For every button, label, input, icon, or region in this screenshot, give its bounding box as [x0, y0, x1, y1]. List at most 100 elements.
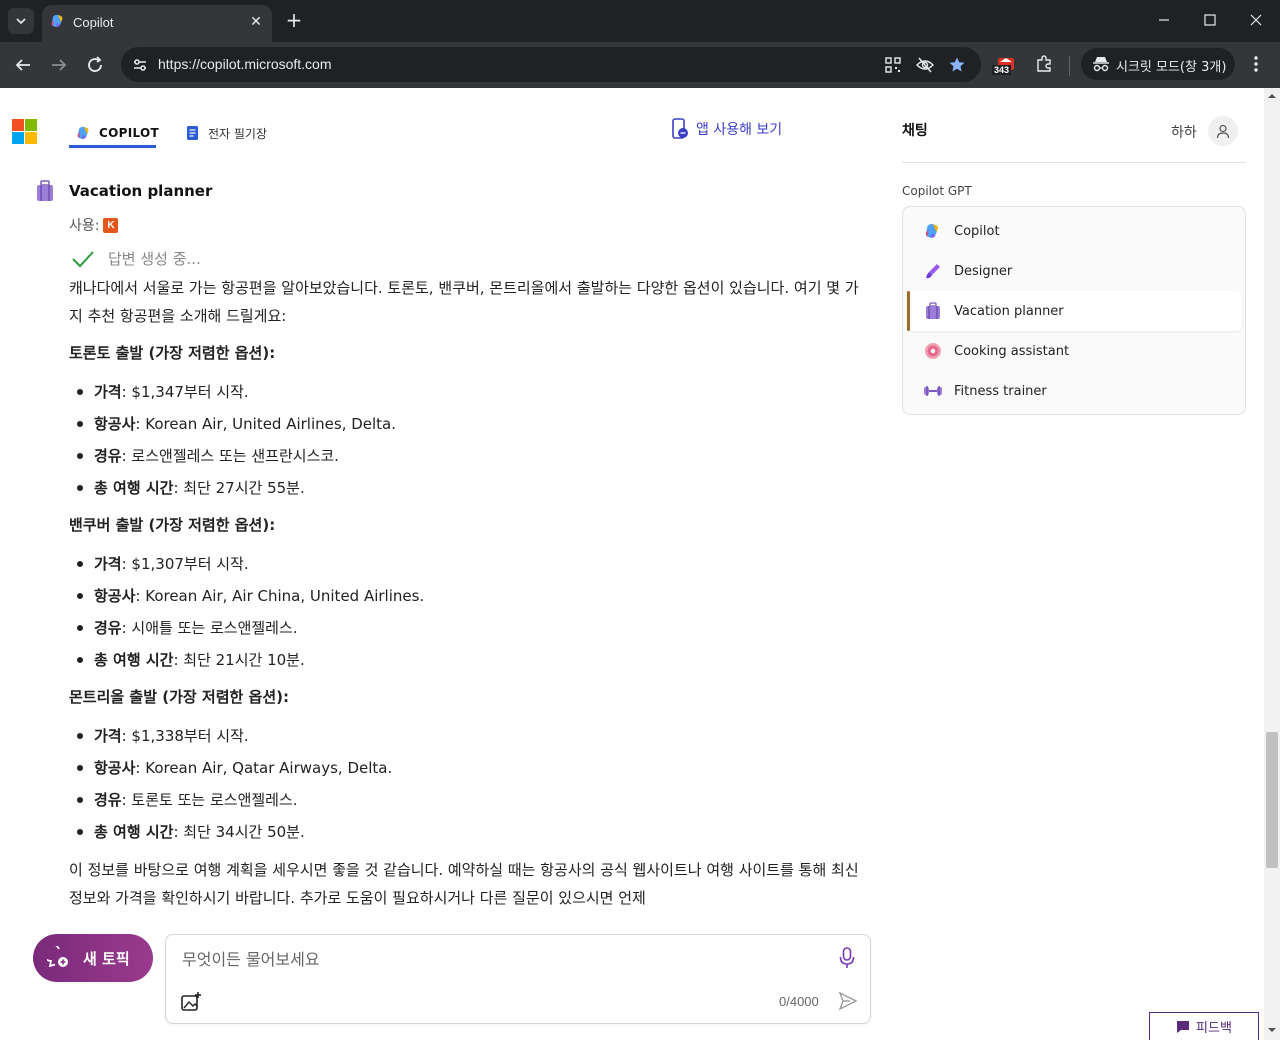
incognito-indicator[interactable]: 시크릿 모드(창 3개) — [1081, 48, 1235, 80]
using-plugin-row: 사용: K — [69, 215, 119, 235]
list-item: 가격: $1,338부터 시작. — [69, 720, 859, 752]
send-icon[interactable] — [838, 991, 858, 1011]
gpt-item-label: Fitness trainer — [954, 383, 1047, 399]
qr-code-icon[interactable] — [884, 56, 902, 74]
suitcase-icon — [923, 301, 943, 321]
using-label: 사용: — [69, 218, 100, 234]
section-heading: 토론토 출발 (가장 저렴한 옵션): — [69, 344, 276, 362]
copilot-icon — [77, 126, 89, 139]
list-item: 가격: $1,347부터 시작. — [69, 376, 859, 408]
site-settings-icon[interactable] — [131, 56, 149, 74]
forward-arrow-icon[interactable] — [47, 53, 71, 77]
close-tab-icon[interactable]: ✕ — [248, 14, 264, 30]
copilot-icon — [923, 221, 943, 241]
feedback-icon — [1177, 1020, 1190, 1033]
new-topic-button[interactable]: 새 토픽 — [33, 934, 153, 982]
active-tab-underline — [69, 145, 156, 148]
assistant-answer: 캐나다에서 서울로 가는 항공편을 알아보았습니다. 토론토, 밴쿠버, 몬트리… — [69, 274, 859, 912]
new-chat-icon — [47, 946, 68, 968]
sidebar-divider — [902, 162, 1246, 163]
gpt-item-label: Vacation planner — [954, 303, 1064, 319]
browser-tabbar: Copilot ✕ + — [0, 0, 1280, 42]
avatar[interactable] — [1208, 116, 1238, 146]
browser-tab-copilot[interactable]: Copilot ✕ — [42, 5, 272, 42]
back-arrow-icon[interactable] — [11, 53, 35, 77]
notebook-icon — [187, 126, 198, 140]
gpt-item-label: Copilot — [954, 223, 1000, 239]
checkmark-icon — [72, 250, 94, 267]
feedback-button[interactable]: 피드백 — [1149, 1012, 1259, 1040]
section-heading: 몬트리올 출발 (가장 저렴한 옵션): — [69, 688, 289, 706]
gpt-item-label: Cooking assistant — [954, 343, 1070, 359]
flight-list: 가격: $1,338부터 시작. 항공사: Korean Air, Qatar … — [69, 720, 859, 848]
reload-icon[interactable] — [83, 53, 107, 77]
bookmark-star-icon[interactable] — [948, 56, 966, 74]
list-item: 경유: 로스앤젤레스 또는 샌프란시스코. — [69, 440, 859, 472]
bot-name: Vacation planner — [69, 182, 213, 200]
gpt-item-designer[interactable]: Designer — [907, 251, 1242, 291]
gpt-item-fitness-trainer[interactable]: Fitness trainer — [907, 371, 1242, 411]
microphone-icon[interactable] — [838, 947, 856, 969]
extension-button[interactable]: 343 — [992, 53, 1018, 77]
incognito-icon — [1093, 57, 1109, 72]
new-tab-button[interactable]: + — [284, 10, 304, 31]
tab-search-button[interactable] — [8, 8, 34, 34]
gpt-section-label: Copilot GPT — [902, 184, 972, 198]
tab-notebook-label: 전자 필기장 — [208, 126, 268, 141]
user-name[interactable]: 하하 — [1171, 122, 1197, 142]
tab-copilot-label: COPILOT — [99, 126, 159, 140]
user-icon — [1216, 124, 1230, 139]
list-item: 항공사: Korean Air, Air China, United Airli… — [69, 580, 859, 612]
url-text[interactable]: https://copilot.microsoft.com — [158, 56, 332, 72]
browser-menu-icon[interactable] — [1248, 54, 1264, 74]
new-topic-label: 새 토픽 — [83, 949, 130, 968]
prompt-input[interactable] — [182, 949, 822, 969]
plugin-badge[interactable]: K — [103, 217, 119, 233]
list-item: 경유: 토론토 또는 로스앤젤레스. — [69, 784, 859, 816]
flight-list: 가격: $1,347부터 시작. 항공사: Korean Air, United… — [69, 376, 859, 504]
copilot-page: COPILOT 전자 필기장 앱 사용해 보기 채팅 하하 Copilot GP… — [0, 88, 1264, 1040]
extension-badge-count: 343 — [992, 65, 1012, 75]
address-bar[interactable]: https://copilot.microsoft.com — [121, 47, 981, 82]
tab-copilot[interactable]: COPILOT — [76, 118, 159, 148]
designer-icon — [923, 261, 943, 281]
answer-outro: 이 정보를 바탕으로 여행 계획을 세우시면 좋을 것 같습니다. 예약하실 때… — [69, 861, 859, 907]
tracking-protection-eye-off-icon[interactable] — [916, 56, 934, 74]
donut-icon — [923, 341, 943, 361]
flight-list: 가격: $1,307부터 시작. 항공사: Korean Air, Air Ch… — [69, 548, 859, 676]
section-heading: 밴쿠버 출발 (가장 저렴한 옵션): — [69, 516, 276, 534]
list-item: 경유: 시애틀 또는 로스앤젤레스. — [69, 612, 859, 644]
composer: 0/4000 — [165, 934, 871, 1024]
phone-app-icon — [672, 118, 688, 139]
incognito-label: 시크릿 모드(창 3개) — [1116, 60, 1227, 75]
toolbar-separator — [1069, 56, 1070, 76]
char-count: 0/4000 — [779, 994, 819, 1009]
minimize-icon[interactable] — [1154, 10, 1174, 30]
page-scrollbar[interactable] — [1264, 88, 1280, 1040]
copilot-favicon-icon — [51, 14, 63, 27]
scroll-up-arrow-icon[interactable] — [1264, 88, 1280, 104]
extensions-puzzle-icon[interactable] — [1034, 54, 1054, 74]
try-app-link[interactable]: 앱 사용해 보기 — [670, 118, 782, 140]
close-window-icon[interactable] — [1246, 10, 1266, 30]
gpt-item-vacation-planner[interactable]: Vacation planner — [907, 291, 1242, 331]
dumbbell-icon — [923, 381, 943, 401]
list-item: 항공사: Korean Air, Qatar Airways, Delta. — [69, 752, 859, 784]
add-image-icon[interactable] — [180, 991, 202, 1013]
list-item: 총 여행 시간: 최단 21시간 10분. — [69, 644, 859, 676]
tab-title: Copilot — [73, 15, 114, 30]
status-text: 답변 생성 중... — [108, 250, 201, 268]
list-item: 총 여행 시간: 최단 34시간 50분. — [69, 816, 859, 848]
list-item: 가격: $1,307부터 시작. — [69, 548, 859, 580]
gpt-item-cooking-assistant[interactable]: Cooking assistant — [907, 331, 1242, 371]
maximize-icon[interactable] — [1200, 10, 1220, 30]
feedback-label: 피드백 — [1196, 1021, 1232, 1036]
chevron-down-icon — [16, 18, 26, 25]
scroll-down-arrow-icon[interactable] — [1264, 1022, 1280, 1038]
scrollbar-thumb[interactable] — [1266, 732, 1278, 868]
list-item: 총 여행 시간: 최단 27시간 55분. — [69, 472, 859, 504]
tab-notebook[interactable]: 전자 필기장 — [186, 118, 267, 148]
gpt-item-copilot[interactable]: Copilot — [907, 211, 1242, 251]
try-app-label: 앱 사용해 보기 — [696, 122, 783, 138]
microsoft-logo-icon[interactable] — [12, 119, 37, 144]
